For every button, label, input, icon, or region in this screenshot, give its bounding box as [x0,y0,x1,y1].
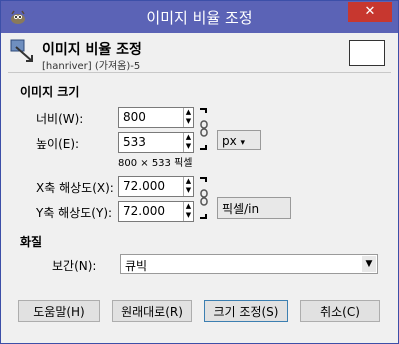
spin-down-icon[interactable]: ▼ [184,186,193,195]
dialog-body: 이미지 비율 조정 [hanriver] (가져옴)-5 이미지 크기 너비(W… [8,33,391,336]
chain-link-icon[interactable] [198,107,210,151]
cancel-button[interactable]: 취소(C) [300,300,380,322]
spin-up-icon[interactable]: ▲ [184,177,193,186]
x-resolution-label: X축 해상도(X): [36,181,114,195]
resolution-chain-icon[interactable] [198,176,210,220]
header-title: 이미지 비율 조정 [42,42,142,58]
image-size-section-label: 이미지 크기 [20,85,80,99]
height-spin-arrows[interactable]: ▲ ▼ [183,133,193,152]
close-button[interactable]: ✕ [348,2,392,22]
scale-image-dialog: 이미지 비율 조정 ✕ 이미지 비율 조정 [hanriver] (가져옴)-5… [0,0,399,344]
size-unit-select[interactable]: px ▾ [217,130,261,150]
width-label: 너비(W): [36,112,84,126]
chevron-down-icon[interactable]: ▼ [362,256,376,272]
header-subtitle: [hanriver] (가져옴)-5 [42,61,141,72]
help-button[interactable]: 도움말(H) [18,300,100,322]
chevron-down-icon: ▾ [240,138,246,148]
x-resolution-spin-arrows[interactable]: ▲ ▼ [183,177,193,196]
interpolation-label: 보간(N): [52,259,97,273]
resolution-unit-value: 픽셀/in [222,202,260,216]
scale-image-icon [10,39,33,62]
x-resolution-spinbutton[interactable]: 72.000 ▲ ▼ [118,176,194,197]
width-spinbutton[interactable]: 800 ▲ ▼ [118,107,194,128]
pixel-size-note: 800 × 533 픽셀 [118,158,193,169]
resolution-unit-select[interactable]: 픽셀/in [217,197,291,219]
reset-button[interactable]: 원래대로(R) [112,300,192,322]
y-resolution-value: 72.000 [123,204,165,218]
close-icon: ✕ [364,4,376,19]
height-spinbutton[interactable]: 533 ▲ ▼ [118,132,194,153]
x-resolution-value: 72.000 [123,179,165,193]
scale-button[interactable]: 크기 조정(S) [204,300,288,322]
interpolation-select[interactable]: 큐빅 ▼ [120,254,378,274]
spin-up-icon[interactable]: ▲ [184,108,193,117]
spin-up-icon[interactable]: ▲ [184,133,193,142]
spin-up-icon[interactable]: ▲ [184,202,193,211]
window-title: 이미지 비율 조정 [146,9,253,27]
y-resolution-spinbutton[interactable]: 72.000 ▲ ▼ [118,201,194,222]
y-resolution-spin-arrows[interactable]: ▲ ▼ [183,202,193,221]
y-resolution-label: Y축 해상도(Y): [36,206,113,220]
header-divider [8,72,391,73]
spin-down-icon[interactable]: ▼ [184,142,193,151]
interpolation-value: 큐빅 [125,259,148,273]
spin-down-icon[interactable]: ▼ [184,117,193,126]
width-value: 800 [123,110,146,124]
quality-section-label: 화질 [20,235,43,249]
height-label: 높이(E): [36,137,80,151]
width-spin-arrows[interactable]: ▲ ▼ [183,108,193,127]
title-bar[interactable]: 이미지 비율 조정 ✕ [1,1,398,33]
image-preview-thumbnail [349,40,385,66]
size-unit-value: px [222,134,237,148]
height-value: 533 [123,135,146,149]
spin-down-icon[interactable]: ▼ [184,211,193,220]
